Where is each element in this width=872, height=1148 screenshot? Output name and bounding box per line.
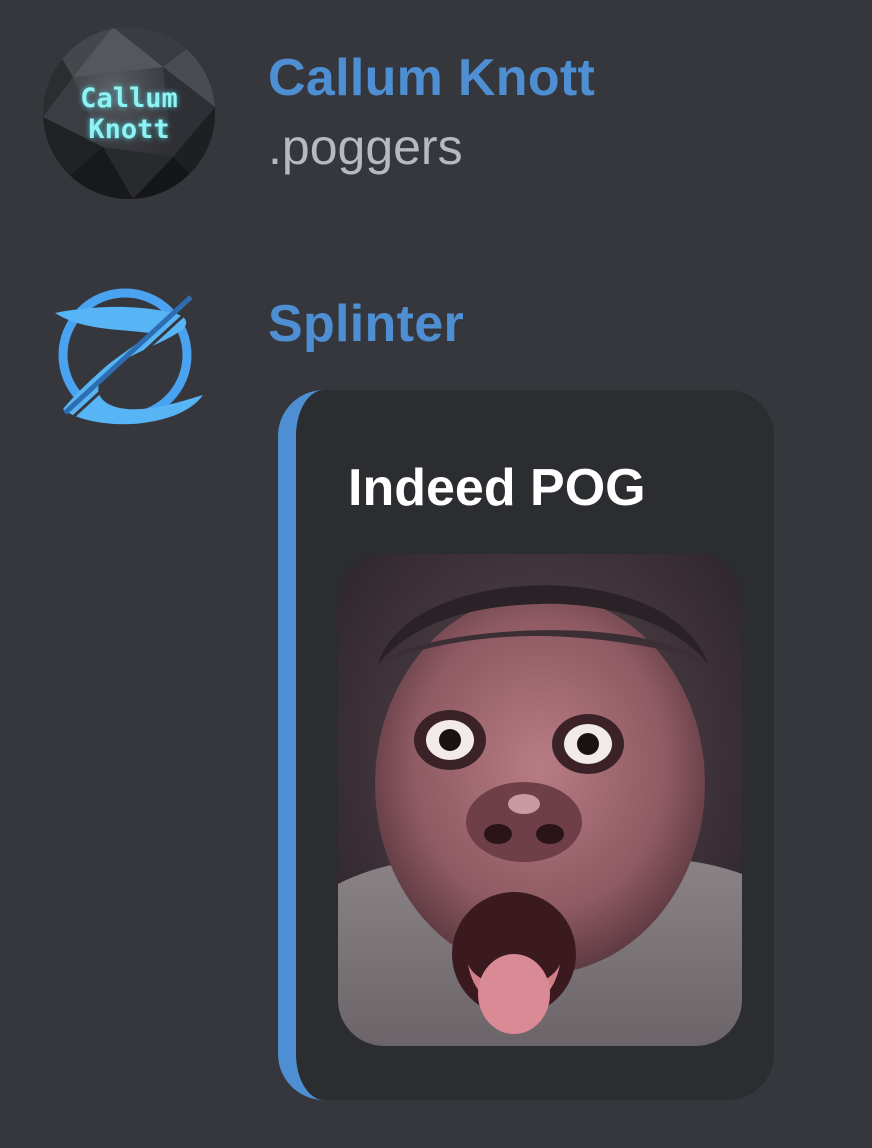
surprised-face-image — [338, 554, 742, 1046]
splinter-logo-icon — [55, 288, 203, 425]
message-text: .poggers — [268, 119, 463, 175]
splinter-avatar[interactable] — [43, 285, 215, 457]
avatar-label-line1: Callum — [80, 83, 178, 114]
embed-title: Indeed POG — [348, 459, 646, 517]
embed-image[interactable] — [338, 554, 742, 1046]
username[interactable]: Callum Knott — [268, 48, 595, 108]
username[interactable]: Splinter — [268, 294, 464, 354]
callum-knott-avatar[interactable]: Callum Knott — [43, 27, 215, 199]
avatar-label: Callum Knott — [43, 83, 215, 145]
avatar-label-line2: Knott — [88, 114, 170, 145]
embed-card: Indeed POG — [278, 390, 774, 1100]
